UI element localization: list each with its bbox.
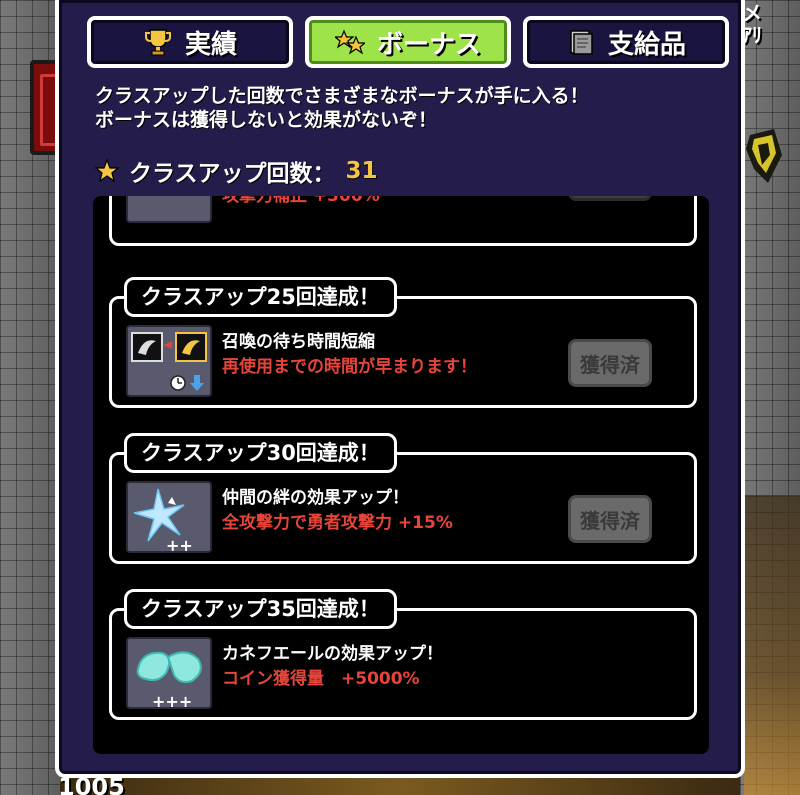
- obtained-button[interactable]: 獲得済: [568, 495, 652, 543]
- class-up-count: クラスアップ回数： 31: [95, 156, 378, 187]
- bonus-description: クラスアップした回数でさまざまなボーナスが手に入る！ ボーナスは獲得しないと効果…: [95, 84, 715, 132]
- bonus-effect: コイン獲得量 +5000%: [222, 669, 420, 689]
- summon-cooldown-icon: [126, 325, 212, 397]
- obtained-button[interactable]: [568, 196, 652, 201]
- bonus-card-partial: 攻撃力補正 +300%: [109, 196, 697, 246]
- bonus-list[interactable]: 攻撃力補正 +300% クラスアップ25回達成！ 召喚の待ち時間短縮 再使用まで…: [93, 196, 709, 754]
- side-text: メｱﾘ: [742, 1, 762, 47]
- tab-bonus[interactable]: ボーナス: [305, 16, 511, 68]
- bonus-name: 召喚の待ち時間短縮: [222, 332, 375, 352]
- class-up-count-value: 31: [345, 158, 378, 184]
- creature-icon: [746, 129, 782, 183]
- svg-text:++: ++: [166, 536, 193, 555]
- description-line-1: クラスアップした回数でさまざまなボーナスが手に入る！: [95, 85, 589, 107]
- tab-achievements[interactable]: 実績: [87, 16, 293, 68]
- bonus-effect: 全攻撃力で勇者攻撃力 +15%: [222, 513, 453, 533]
- bonus-card-title: クラスアップ35回達成！: [124, 589, 397, 629]
- trophy-icon: [144, 29, 171, 56]
- obtained-button[interactable]: 獲得済: [568, 339, 652, 387]
- description-line-2: ボーナスは獲得しないと効果がないぞ！: [95, 109, 438, 131]
- stars-icon: [334, 29, 365, 55]
- gold-decoration: [744, 495, 800, 795]
- tab-bar: 実績 ボーナス 支給品: [87, 16, 731, 68]
- star-icon: [95, 159, 119, 183]
- bond-sparkle-icon: ++: [126, 481, 212, 555]
- scroll-icon: [570, 30, 593, 55]
- bonus-card: クラスアップ35回達成！ +++ カネフエールの効果アップ！ コイン獲得量 +5…: [109, 589, 697, 720]
- tab-supplies[interactable]: 支給品: [523, 16, 729, 68]
- bonus-effect: 攻撃力補正 +300%: [222, 196, 380, 206]
- tab-label: 支給品: [607, 29, 686, 60]
- attack-up-icon: [126, 196, 212, 223]
- bonus-card-title: クラスアップ30回達成！: [124, 433, 397, 473]
- bonus-card: クラスアップ25回達成！ 召喚の待ち時間短縮 再使用までの時間が早まります！ 獲…: [109, 277, 697, 408]
- svg-text:+++: +++: [152, 692, 192, 711]
- tab-label: 実績: [184, 29, 237, 60]
- bonus-card: クラスアップ30回達成！ ++ 仲間の絆の効果アップ！ 全攻撃力で勇者攻撃力 +…: [109, 433, 697, 564]
- bonus-effect: 再使用までの時間が早まります！: [222, 357, 477, 377]
- bonus-card-title: クラスアップ25回達成！: [124, 277, 397, 317]
- bonus-name: 仲間の絆の効果アップ！: [222, 488, 409, 508]
- bonus-name: カネフエールの効果アップ！: [222, 644, 443, 664]
- tab-label: ボーナス: [376, 29, 481, 60]
- class-up-count-label: クラスアップ回数：: [129, 161, 336, 187]
- coin-gem-icon: +++: [126, 637, 212, 711]
- bonus-panel: 実績 ボーナス 支給品 クラスアップした回数でさまざまなボーナスが手に入る！ ボ…: [55, 0, 745, 778]
